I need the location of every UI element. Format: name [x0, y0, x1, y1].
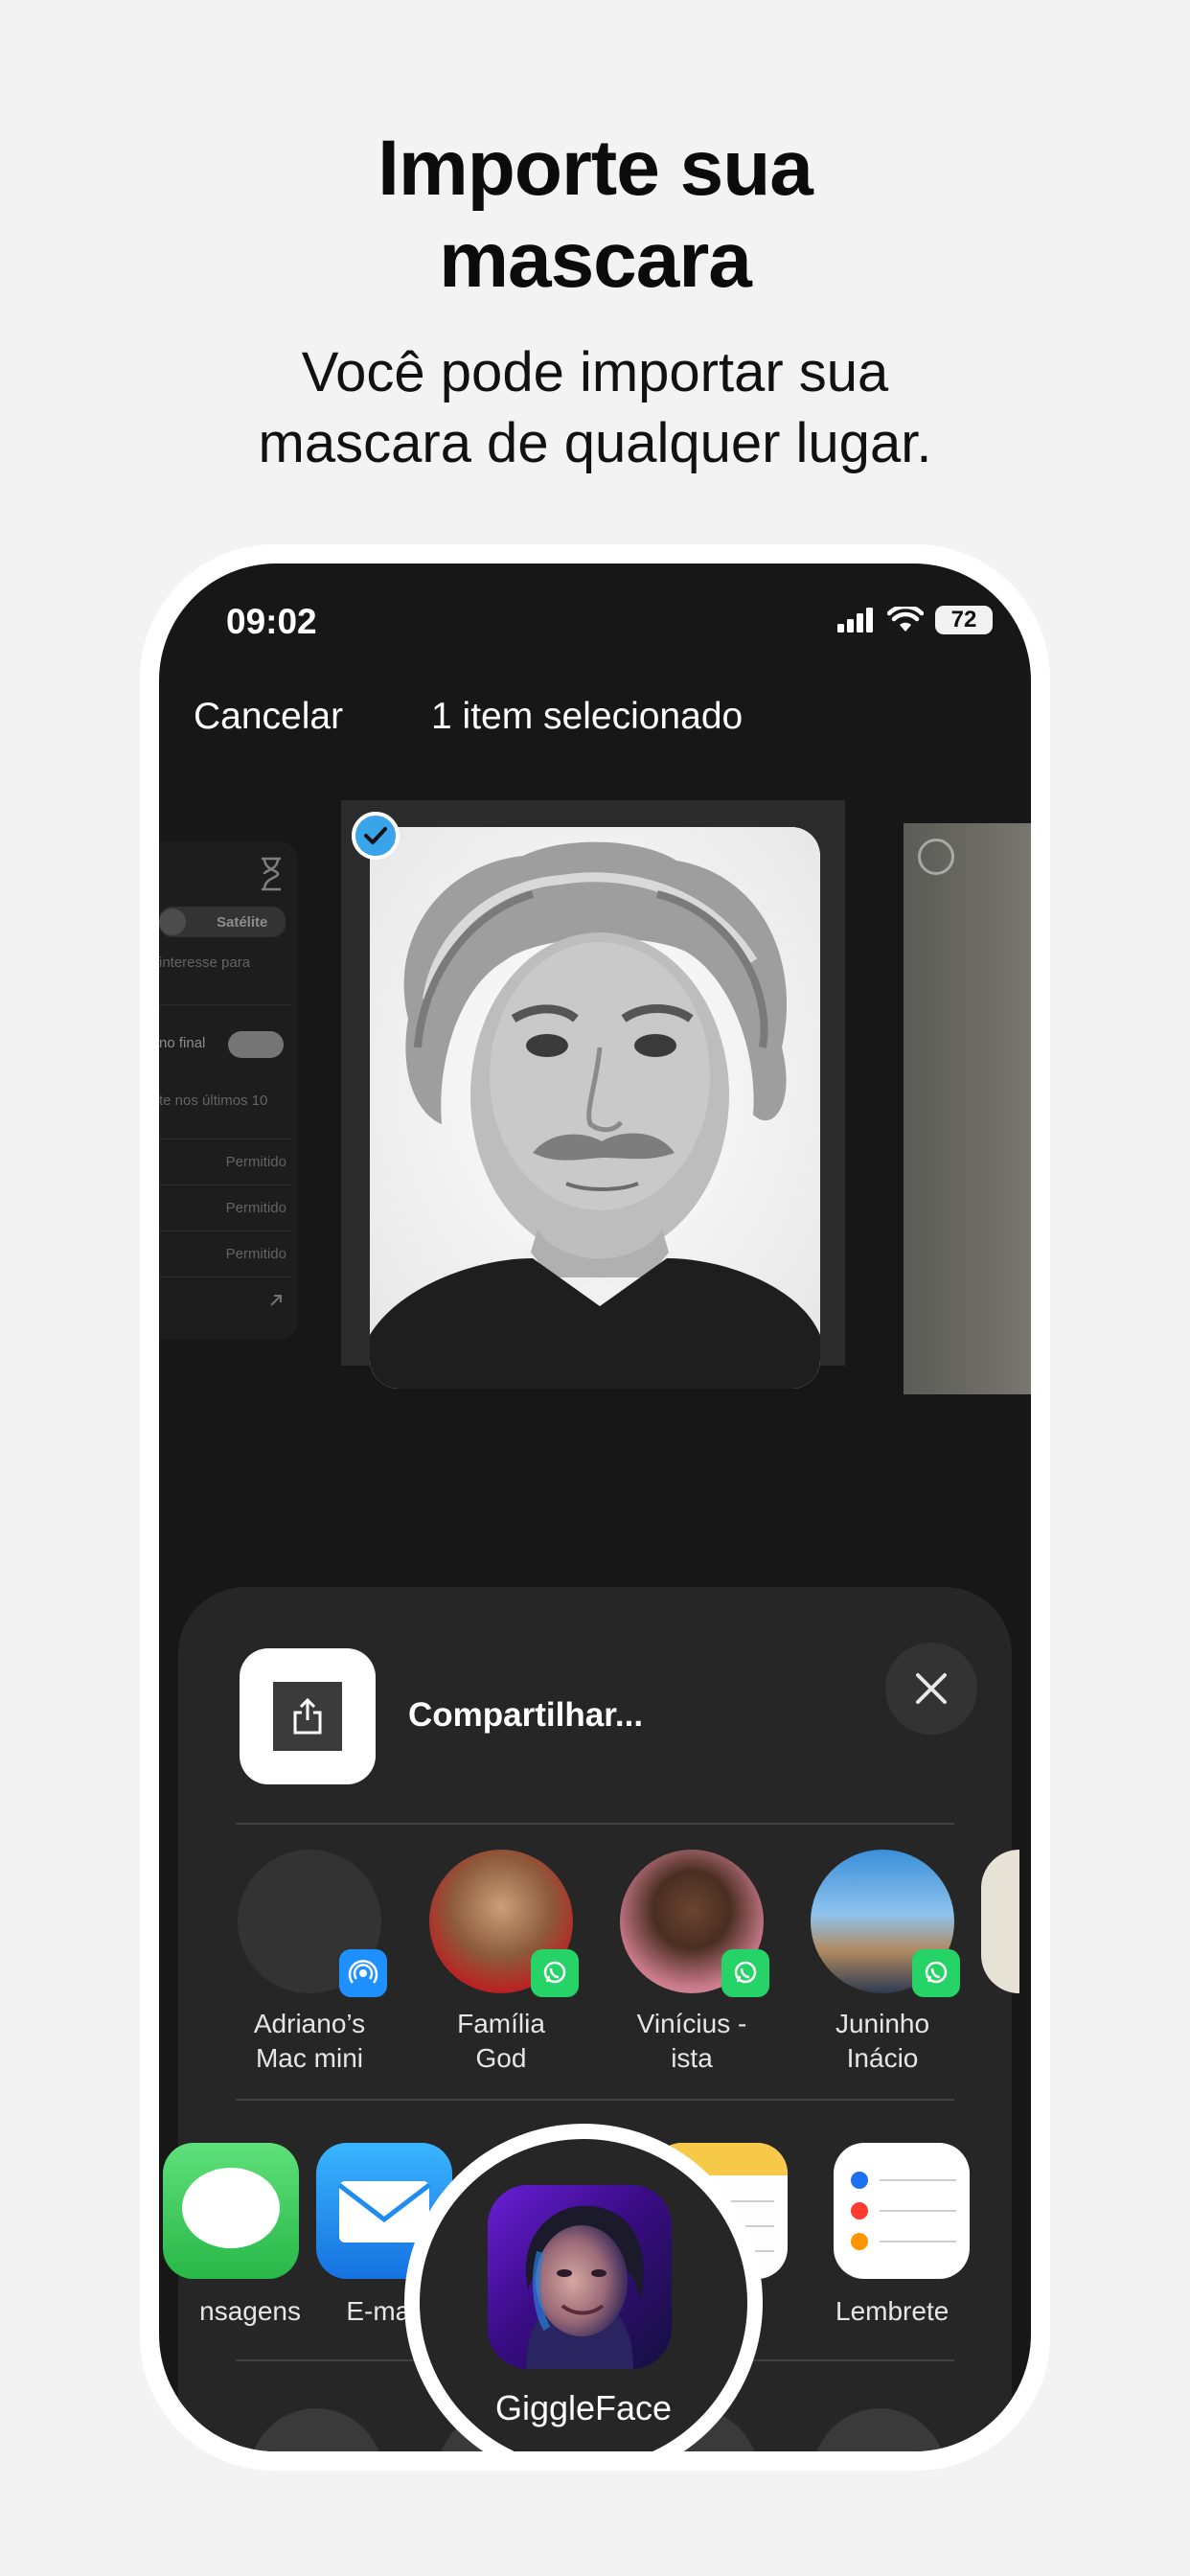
contact-partial[interactable]: [981, 1850, 1019, 1993]
contact-name-line2: Inácio: [846, 2043, 919, 2073]
status-time: 09:02: [226, 602, 317, 641]
avatar: [429, 1850, 579, 1997]
background-row-value: Permitido: [225, 1246, 286, 1262]
battery-indicator: 72: [935, 606, 993, 634]
share-icon: [273, 1682, 342, 1751]
background-settings-panel: Satélite interesse para no final te nos …: [159, 841, 298, 1340]
share-divider: [236, 1823, 954, 1825]
phone-screen: 09:02 72 Cancelar 1 item selecionado Sat…: [159, 564, 1031, 2451]
giggleface-label: GiggleFace: [494, 2388, 673, 2427]
contact-name-line1: Juninho: [835, 2009, 930, 2038]
giggleface-icon: [488, 2185, 672, 2369]
contact-name: Adriano’s Mac mini: [218, 2007, 400, 2076]
contact-name-line1: Adriano’s: [253, 2009, 366, 2038]
background-divider: [159, 1004, 291, 1005]
headline-title: Importe sua mascara: [0, 123, 1190, 307]
share-title: Compartilhar...: [408, 1696, 644, 1734]
cancel-button[interactable]: Cancelar: [194, 696, 343, 738]
contact-name-line2: Mac mini: [255, 2043, 363, 2073]
airdrop-icon: [339, 1949, 387, 1997]
avatar: [811, 1850, 960, 1997]
share-preview: [240, 1648, 376, 1784]
contact-name: Família God: [410, 2007, 592, 2076]
contact-name: Juninho Inácio: [791, 2007, 973, 2076]
avatar: [620, 1850, 769, 1997]
app-reminders[interactable]: Lembrete: [820, 2143, 983, 2327]
whatsapp-icon: [531, 1949, 579, 1997]
contact-juninho[interactable]: Juninho Inácio: [791, 1850, 973, 2076]
headline-subtitle-line2: mascara de qualquer lugar.: [258, 412, 932, 474]
reminders-icon: [834, 2143, 970, 2279]
headline-subtitle-line1: Você pode importar sua: [301, 341, 889, 403]
selection-title: 1 item selecionado: [431, 696, 744, 737]
contact-name-line1: Vinícius -: [636, 2009, 747, 2038]
background-toggle-label: no final: [159, 1035, 206, 1051]
contact-adriano[interactable]: Adriano’s Mac mini: [218, 1850, 400, 2076]
contact-name-line2: God: [475, 2043, 527, 2073]
avatar: [238, 1850, 387, 1997]
messages-icon: [163, 2143, 299, 2279]
headline-title-line2: mascara: [439, 217, 752, 304]
background-divider: [159, 1276, 291, 1277]
background-divider: [159, 1230, 291, 1231]
status-indicators: 72: [837, 606, 993, 634]
contact-name-line1: Família: [457, 2009, 545, 2038]
background-text: te nos últimos 10: [159, 1092, 268, 1109]
app-label: nsagens: [199, 2296, 301, 2326]
portrait-image: [370, 827, 820, 1389]
share-divider: [236, 2099, 954, 2101]
close-button[interactable]: [885, 1643, 977, 1735]
background-row-value: Permitido: [225, 1154, 286, 1170]
app-label: Lembrete: [835, 2296, 950, 2326]
whatsapp-icon: [721, 1949, 769, 1997]
contact-familia[interactable]: Família God: [410, 1850, 592, 2076]
photo-tile-unselected[interactable]: [904, 823, 1031, 1394]
headline-subtitle: Você pode importar sua mascara de qualqu…: [0, 337, 1190, 479]
background-segment-selected: [159, 908, 186, 935]
app-messages[interactable]: nsagens: [159, 2143, 312, 2327]
contact-vinicius[interactable]: Vinícius - ista: [601, 1850, 783, 2076]
contact-name-line2: ista: [671, 2043, 713, 2073]
arrow-up-right-icon: [270, 1295, 282, 1306]
selected-check-icon[interactable]: [352, 812, 400, 860]
select-circle-icon[interactable]: [918, 839, 954, 875]
background-divider: [159, 1138, 291, 1139]
background-text: interesse para: [159, 954, 251, 971]
photo-thumbnail[interactable]: [370, 827, 820, 1389]
background-divider: [159, 1184, 291, 1185]
contact-name: Vinícius - ista: [601, 2007, 783, 2076]
close-icon: [916, 1673, 947, 1704]
headline-title-line1: Importe sua: [378, 125, 813, 212]
background-toggle: [228, 1031, 284, 1058]
background-row-value: Permitido: [225, 1200, 286, 1216]
wifi-icon: [887, 607, 924, 632]
signal-icon: [837, 608, 873, 632]
hourglass-icon: [262, 857, 281, 891]
background-segment-label: Satélite: [217, 914, 268, 931]
whatsapp-icon: [912, 1949, 960, 1997]
